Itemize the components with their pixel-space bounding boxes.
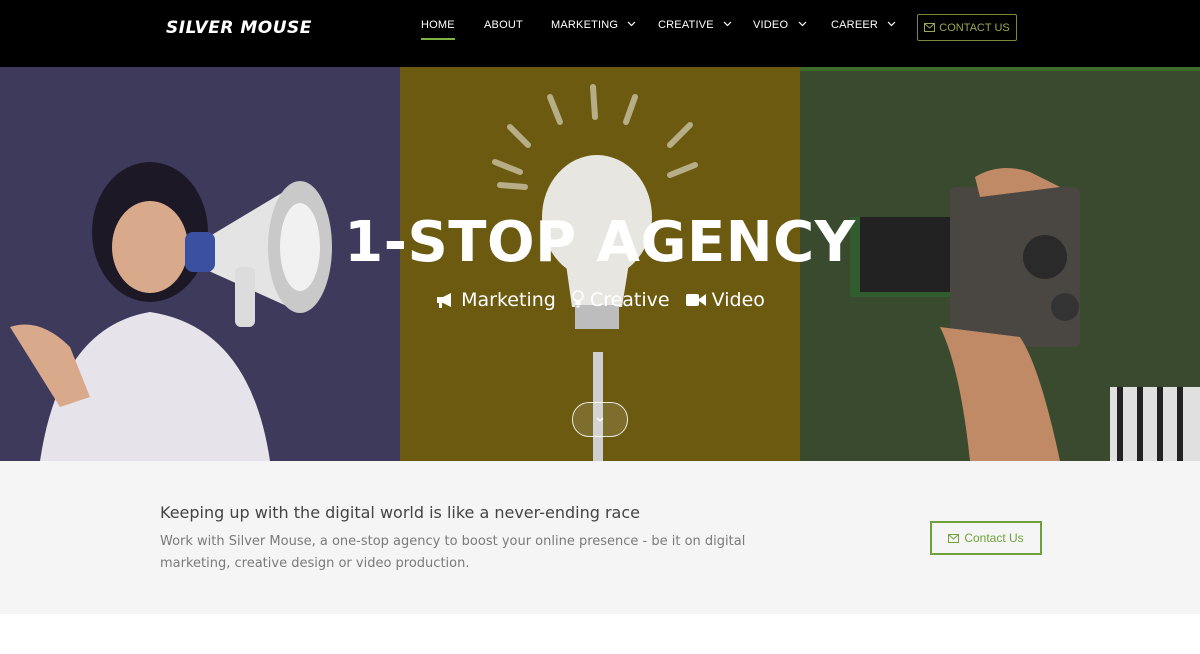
- megaphone-icon: [437, 293, 452, 308]
- hero-services: Marketing Creative Video: [0, 289, 1200, 311]
- envelope-icon: [948, 533, 960, 543]
- nav-video-label: VIDEO: [753, 19, 789, 31]
- envelope-icon: [924, 23, 936, 32]
- service-video-label: Video: [711, 289, 765, 311]
- nav-creative-label: CREATIVE: [658, 19, 714, 31]
- nav-career-label: CAREER: [831, 19, 879, 31]
- nav-creative[interactable]: CREATIVE: [658, 19, 732, 31]
- chevron-down-icon: [798, 21, 806, 27]
- chevron-down-icon: [596, 417, 604, 422]
- contact-us-button[interactable]: Contact Us: [930, 521, 1042, 555]
- nav-home-label: HOME: [421, 19, 455, 31]
- nav-marketing-label: MARKETING: [551, 19, 619, 31]
- hero-banner: 1-STOP AGENCY Marketing Creative Video: [0, 67, 1200, 461]
- hero-title: 1-STOP AGENCY: [344, 210, 856, 275]
- video-camera-icon: [685, 294, 706, 306]
- cta-description: Work with Silver Mouse, a one-stop agenc…: [160, 534, 746, 571]
- cta-heading: Keeping up with the digital world is lik…: [160, 503, 640, 522]
- brand-logo[interactable]: SILVER MOUSE: [166, 18, 312, 38]
- service-creative-label: Creative: [589, 289, 670, 311]
- chevron-down-icon: [723, 21, 732, 27]
- nav-home[interactable]: HOME: [421, 19, 455, 40]
- nav-marketing[interactable]: MARKETING: [551, 19, 636, 31]
- nav-video[interactable]: VIDEO: [753, 19, 807, 31]
- nav-career[interactable]: CAREER: [831, 19, 896, 31]
- lightbulb-icon: [572, 290, 584, 308]
- top-navbar: SILVER MOUSE HOME ABOUT MARKETING CREATI…: [0, 0, 1200, 67]
- nav-about[interactable]: ABOUT: [484, 19, 523, 31]
- chevron-down-icon: [628, 21, 636, 27]
- nav-contact-button[interactable]: CONTACT US: [917, 14, 1017, 41]
- nav-about-label: ABOUT: [484, 19, 523, 31]
- contact-us-label: Contact Us: [964, 531, 1024, 545]
- scroll-down-button[interactable]: [572, 402, 628, 437]
- chevron-down-icon: [887, 21, 896, 27]
- cta-section: Keeping up with the digital world is lik…: [0, 461, 1200, 614]
- service-marketing-label: Marketing: [461, 289, 556, 311]
- nav-contact-label: CONTACT US: [939, 21, 1010, 34]
